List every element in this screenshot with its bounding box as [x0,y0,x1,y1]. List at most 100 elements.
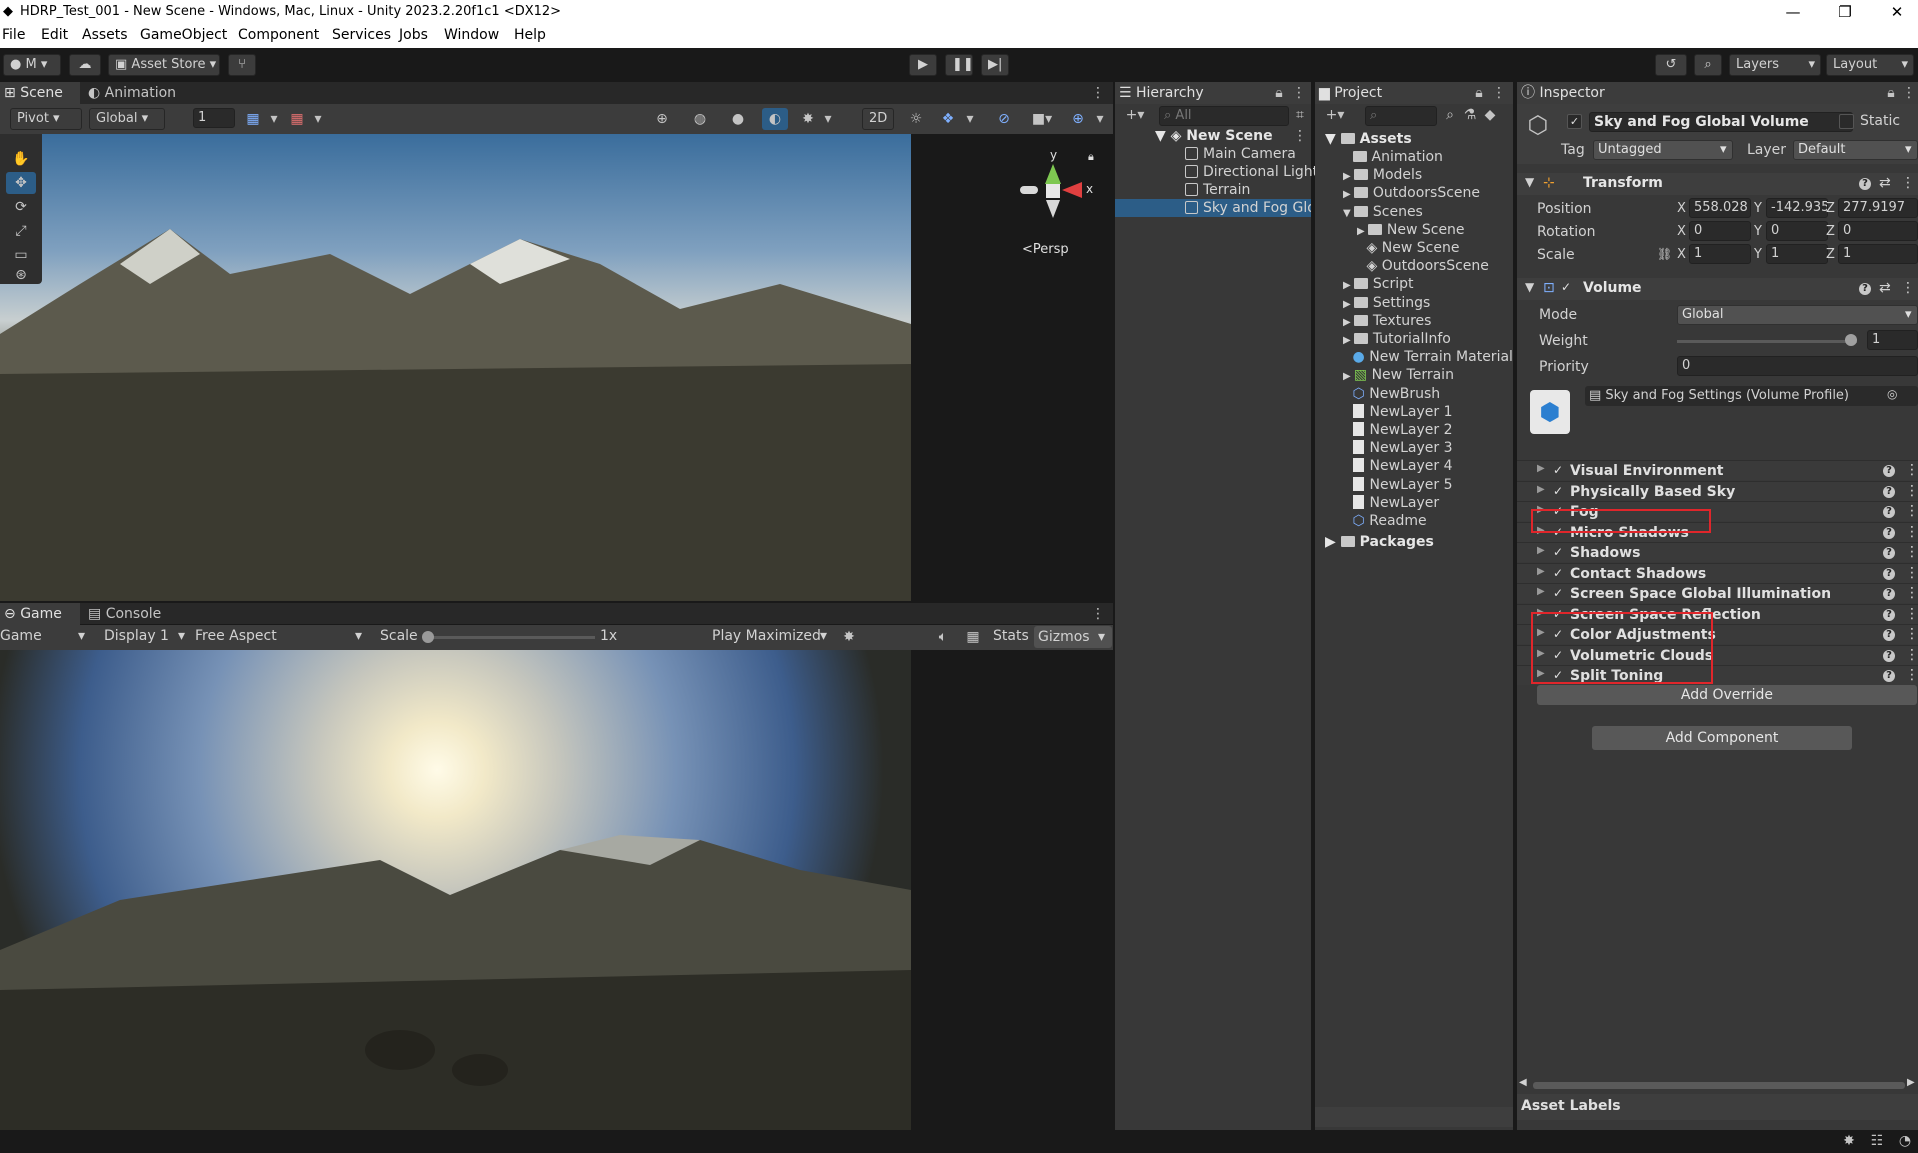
layers-dropdown[interactable]: Layers ▾ [1729,54,1821,76]
foldout-arrow-icon[interactable]: ▶ [1343,171,1354,182]
menu-edit[interactable]: Edit [41,27,68,43]
override-foldout-icon[interactable]: ▶ [1537,586,1545,597]
menu-window[interactable]: Window [444,27,499,43]
scl-y-field[interactable]: 1 [1766,244,1828,264]
override-more-icon[interactable]: ⋮ [1905,565,1918,581]
override-foldout-icon[interactable]: ▶ [1537,545,1545,556]
override-row[interactable]: ▶ ✓ Shadows? ⋮ [1517,542,1918,562]
menu-component[interactable]: Component [238,27,319,43]
undo-history-icon[interactable]: ↺ [1655,54,1687,76]
favorites-icon[interactable]: ◆ [1481,104,1499,126]
tab-console[interactable]: ▤ Console [84,603,174,625]
minimize-button[interactable]: — [1766,0,1820,25]
weight-field[interactable]: 1 [1867,330,1918,350]
inspector-horizontal-scrollbar[interactable]: ◀ ▶ [1519,1077,1915,1090]
foldout-arrow-icon[interactable]: ▶ [1343,371,1354,382]
layout-dropdown[interactable]: Layout ▾ [1826,54,1914,76]
search-icon[interactable]: ⌕ [1694,54,1722,76]
hierarchy-search-input[interactable]: ⌕ All [1159,106,1289,126]
game-view-dropdown[interactable]: Game ▾ [0,628,92,647]
shading-lit-icon[interactable]: ◐ [762,108,788,130]
debug-draw-icon[interactable]: ✸ [796,108,820,130]
transform-header[interactable]: ▼ ⊹ Transform ? ⇄ ⋮ [1517,173,1918,195]
foldout-arrow-icon[interactable]: ▶ [1343,335,1354,346]
gizmo-lock-icon[interactable]: 🔒︎ [1088,150,1094,164]
gizmo-x-axis-icon[interactable] [1062,182,1082,198]
profile-field[interactable]: ▤ Sky and Fog Settings (Volume Profile) [1585,386,1918,406]
volume-header[interactable]: ▼ ⊡ ✓ Volume ? ⇄ ⋮ [1517,278,1918,300]
scale-tool-icon[interactable]: ⤢ [6,220,36,242]
debug-status-icon[interactable]: ✸ [1838,1130,1860,1152]
gizmos-icon[interactable]: ⊕ [1067,108,1089,130]
override-help-icon[interactable]: ? [1883,608,1895,621]
orientation-gizmo[interactable]: y x 🔒︎ [1010,148,1100,228]
cache-status-icon[interactable]: ☷ [1866,1130,1888,1152]
step-button[interactable]: ▶| [981,54,1009,76]
override-more-icon[interactable]: ⋮ [1905,626,1918,642]
menu-services[interactable]: Services [332,27,391,43]
volume-presets-icon[interactable]: ⇄ [1879,280,1891,296]
close-button[interactable]: ✕ [1870,0,1918,25]
game-more-icon[interactable]: ⋮ [1088,603,1108,625]
scale-slider-track[interactable] [425,636,595,639]
gizmos-dropdown[interactable]: Gizmos ▾ [1034,626,1112,648]
override-checkbox[interactable]: ✓ [1553,463,1563,477]
effects-dropdown-icon[interactable]: ▾ [962,108,978,130]
aspect-dropdown[interactable]: Free Aspect ▾ [195,628,370,647]
transform-foldout-icon[interactable]: ▼ [1525,175,1534,189]
rect-tool-icon[interactable]: ▭ [6,244,36,266]
override-more-icon[interactable]: ⋮ [1905,462,1918,478]
override-checkbox[interactable]: ✓ [1553,545,1563,559]
scroll-right-icon[interactable]: ▶ [1907,1077,1915,1088]
rotate-tool-icon[interactable]: ⟳ [6,196,36,218]
tab-game[interactable]: ⊖ Game [0,603,80,625]
pause-button[interactable]: ❚❚ [945,54,973,76]
hierarchy-more-icon[interactable]: ⋮ [1291,82,1307,104]
hidden-objects-icon[interactable]: ⊘ [991,108,1017,130]
volume-help-icon[interactable]: ? [1859,283,1871,295]
transform-presets-icon[interactable]: ⇄ [1879,175,1891,191]
override-foldout-icon[interactable]: ▶ [1537,463,1545,474]
project-item[interactable]: ● New Terrain Material [1343,348,1513,366]
menu-help[interactable]: Help [514,27,546,43]
toggle-2d-button[interactable]: 2D [862,108,894,130]
gizmos-dropdown-icon[interactable]: ▾ [1092,108,1108,130]
override-more-icon[interactable]: ⋮ [1905,606,1918,622]
volume-enabled-checkbox[interactable]: ✓ [1561,280,1571,294]
grid-snap-icon[interactable]: ▦ [242,108,264,130]
project-item[interactable]: ▶ TutorialInfo [1343,330,1451,348]
override-help-icon[interactable]: ? [1883,526,1895,539]
mute-audio-icon[interactable]: 🔈︎ [932,626,954,648]
override-more-icon[interactable]: ⋮ [1905,524,1918,540]
constrain-proportions-icon[interactable]: ⛓ [1657,247,1672,261]
stats-button[interactable]: Stats [993,628,1029,644]
effects-icon[interactable]: ❖ [937,108,959,130]
foldout-arrow-icon[interactable]: ▶ [1343,189,1354,200]
hierarchy-item-directional-light[interactable]: Directional Light [1185,163,1318,181]
project-item[interactable]: ▶ OutdoorsScene [1343,184,1480,202]
project-item[interactable]: ▶ New Scene [1357,221,1465,239]
maximize-button[interactable]: ❐ [1818,0,1872,25]
weight-slider-track[interactable] [1677,340,1857,343]
tab-scene[interactable]: ⊞ Scene [0,82,80,104]
move-tool-icon[interactable]: ✥ [6,172,36,194]
project-item[interactable]: NewLayer 3 [1343,439,1452,457]
hierarchy-lock-icon[interactable]: 🔒︎ [1271,82,1287,104]
shading-wireframe-icon[interactable]: ◍ [688,108,712,130]
volume-more-icon[interactable]: ⋮ [1901,280,1915,296]
override-help-icon[interactable]: ? [1883,629,1895,641]
asset-store-dropdown[interactable]: ▣ Asset Store ▾ [108,54,220,76]
frame-debugger-icon[interactable]: ✸ [838,626,860,648]
account-dropdown[interactable]: ● M ▾ [3,54,61,76]
override-foldout-icon[interactable]: ▶ [1537,484,1545,495]
hierarchy-item-sky-and-fog[interactable]: Sky and Fog Glol [1115,199,1311,217]
orientation-icon[interactable]: ⊕ [650,108,674,130]
menu-assets[interactable]: Assets [82,27,128,43]
rot-x-field[interactable]: 0 [1689,221,1751,241]
project-item[interactable]: ▶ ▧ New Terrain [1343,366,1454,384]
play-mode-dropdown[interactable]: Play Maximized ▾ [712,628,832,647]
override-more-icon[interactable]: ⋮ [1905,667,1918,683]
object-name-field[interactable]: Sky and Fog Global Volume [1589,112,1853,132]
scl-x-field[interactable]: 1 [1689,244,1751,264]
scene-row-more-icon[interactable]: ⋮ [1291,125,1309,147]
